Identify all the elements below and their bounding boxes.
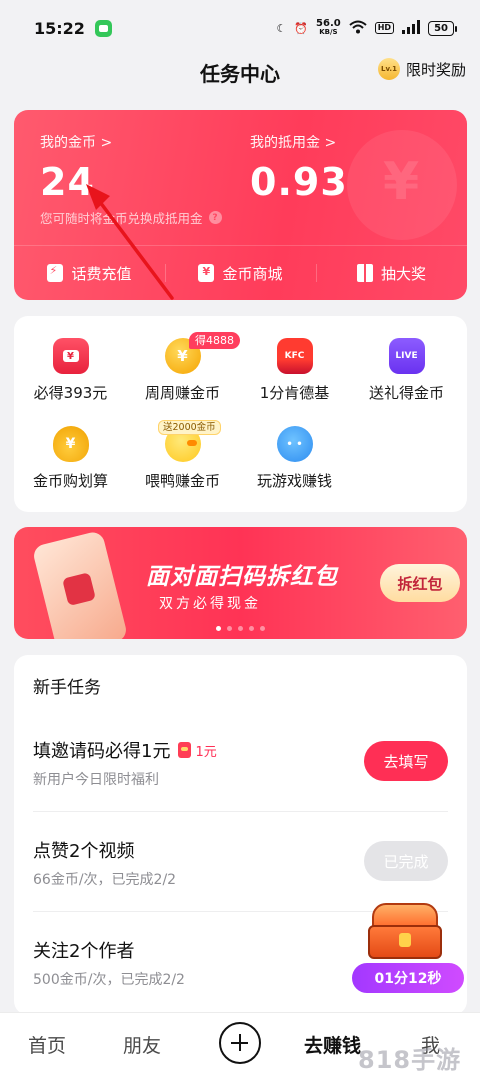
- grid-label: 金币购划算: [32, 472, 108, 490]
- quick-entry-grid: 必得393元 周周赚金币 KFC 1分肯德基 LIVE 送礼得金币 金币购划算 …: [14, 316, 467, 512]
- page-title: 任务中心: [200, 61, 280, 86]
- lottery-button[interactable]: 抽大奖: [316, 246, 467, 300]
- net-speed-value: 56.0: [316, 18, 341, 29]
- site-watermark: 818手游网: [358, 1046, 462, 1073]
- my-deduction-link[interactable]: 我的抵用金 >: [250, 132, 336, 152]
- completed-button[interactable]: 已完成: [364, 841, 448, 881]
- task-title: 填邀请码必得1元 1元: [33, 737, 217, 763]
- red-arrow-annotation: [86, 184, 174, 300]
- grid-label: 喂鸭赚金币: [144, 472, 220, 490]
- level-badge-icon: Lv.1: [377, 58, 400, 80]
- open-red-packet-button[interactable]: 拆红包: [380, 564, 460, 602]
- grid-label: 必得393元: [33, 384, 108, 402]
- header: 任务中心 Lv.1 限时奖励: [0, 52, 480, 92]
- coin-shop-icon: [198, 264, 215, 282]
- message-app-icon: [94, 19, 112, 37]
- task-title: 关注2个作者: [33, 937, 134, 963]
- grid-label: 送礼得金币: [368, 384, 444, 402]
- pagination-dot: [260, 626, 265, 631]
- my-coins-link[interactable]: 我的金币 >: [40, 132, 112, 152]
- red-packet-icon: [52, 338, 89, 374]
- task-bonus-text: 1元: [195, 744, 217, 760]
- alarm-icon: ⏰: [294, 21, 309, 35]
- pagination-dot: [238, 626, 243, 631]
- grid-item-gift-coins[interactable]: LIVE 送礼得金币: [350, 338, 463, 403]
- net-speed: 56.0 KB/S: [316, 19, 341, 37]
- treasure-chest-icon: [368, 901, 442, 961]
- task-title: 点赞2个视频: [33, 837, 134, 863]
- task-title-text: 关注2个作者: [33, 941, 135, 962]
- pagination-dot: [249, 626, 254, 631]
- nav-home[interactable]: 首页: [28, 1031, 66, 1058]
- promo-banner[interactable]: 面对面扫码拆红包 双方必得现金 拆红包: [14, 527, 467, 639]
- red-packet-icon: [178, 742, 192, 758]
- help-icon[interactable]: ?: [208, 211, 222, 224]
- task-row: 填邀请码必得1元 1元 新用户今日限时福利 去填写: [33, 737, 448, 837]
- hd-icon: HD: [374, 22, 395, 34]
- wifi-icon: [349, 20, 367, 37]
- pagination-dot: [227, 626, 232, 631]
- chest-body: [368, 925, 442, 959]
- task-title-text: 点赞2个视频: [33, 841, 135, 862]
- task-subtitle: 500金币/次，已完成2/2: [33, 972, 185, 988]
- task-divider: [33, 811, 448, 812]
- status-bar: 15:22 ☾ ⏰ 56.0 KB/S HD 50: [0, 0, 480, 56]
- signal-icon: [402, 19, 421, 37]
- grid-item-kfc[interactable]: KFC 1分肯德基: [238, 338, 351, 403]
- game-controller-icon: [276, 426, 313, 462]
- banner-title: 面对面扫码拆红包: [146, 564, 338, 590]
- live-icon: LIVE: [388, 338, 425, 374]
- lottery-label: 抽大奖: [380, 264, 426, 283]
- banner-subtitle: 双方必得现金: [159, 596, 261, 612]
- nav-earn[interactable]: 去赚钱: [304, 1031, 361, 1058]
- countdown-timer: 01分12秒: [350, 961, 466, 995]
- limited-reward-button[interactable]: Lv.1 限时奖励: [377, 58, 466, 80]
- treasure-chest-widget[interactable]: 01分12秒: [350, 893, 466, 997]
- grid-item-red-packet[interactable]: 必得393元: [14, 338, 127, 403]
- grid-item-feed-duck[interactable]: 喂鸭赚金币: [126, 426, 239, 491]
- coin-shop-label: 金币商城: [222, 264, 283, 283]
- status-time: 15:22: [34, 18, 85, 38]
- grid-label: 周周赚金币: [144, 384, 220, 402]
- fill-invite-code-button[interactable]: 去填写: [364, 741, 448, 781]
- moon-icon: ☾: [276, 21, 287, 35]
- phone-illustration-icon: [31, 529, 129, 639]
- limited-reward-label: 限时奖励: [405, 60, 466, 79]
- pagination-dot: [216, 626, 221, 631]
- grid-item-play-games[interactable]: 玩游戏赚钱: [238, 426, 351, 491]
- grid-item-coin-deals[interactable]: 金币购划算: [14, 426, 127, 491]
- coin-shop-button[interactable]: 金币商城: [165, 246, 316, 300]
- net-speed-unit: KB/S: [319, 28, 338, 36]
- create-plus-icon[interactable]: [219, 1022, 261, 1064]
- duck-bonus-badge: 送2000金币: [158, 420, 221, 435]
- grid-label: 1分肯德基: [259, 384, 330, 402]
- coin-watermark-icon: [347, 130, 457, 240]
- task-bonus: 1元: [178, 741, 217, 760]
- task-subtitle: 新用户今日限时福利: [33, 772, 159, 788]
- phone-bill-icon: [47, 264, 64, 282]
- grid-label: 玩游戏赚钱: [256, 472, 332, 490]
- nav-friends[interactable]: 朋友: [123, 1031, 161, 1058]
- coin-pouch-icon: [52, 426, 89, 462]
- weekly-coins-badge: 得4888: [189, 332, 240, 349]
- deduction-value[interactable]: 0.93: [250, 160, 348, 204]
- banner-pagination: [216, 626, 265, 631]
- task-title-text: 填邀请码必得1元: [33, 741, 171, 762]
- gift-icon: [356, 264, 373, 282]
- kfc-icon: KFC: [276, 338, 313, 374]
- task-subtitle: 66金币/次，已完成2/2: [33, 872, 177, 888]
- task-section-title: 新手任务: [33, 678, 101, 698]
- battery-icon: 50: [428, 20, 457, 36]
- status-indicators: ☾ ⏰ 56.0 KB/S HD 50: [276, 19, 457, 37]
